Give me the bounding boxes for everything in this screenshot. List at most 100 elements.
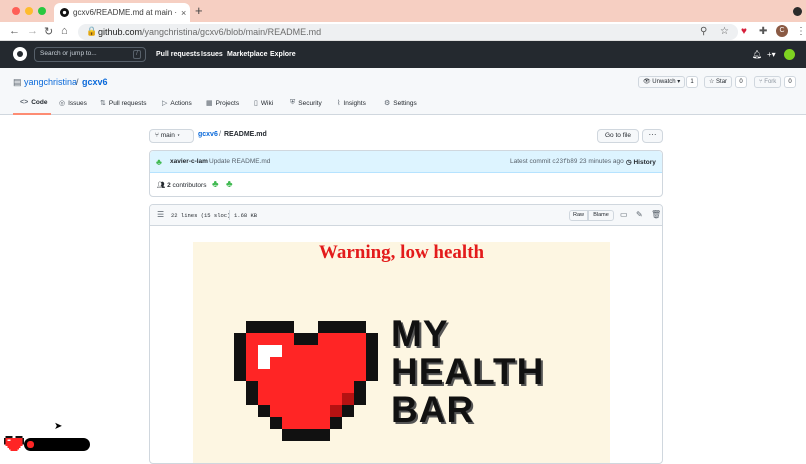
nav-pull-requests[interactable]: Pull requests: [156, 51, 200, 58]
breadcrumb-separator: /: [219, 131, 221, 138]
zoom-icon[interactable]: ⚲: [700, 26, 707, 37]
projects-icon: ▦: [206, 100, 213, 107]
repo-name-link[interactable]: gcxv6: [82, 77, 108, 87]
warning-heading: Warning, low health: [318, 242, 485, 263]
commit-message-link[interactable]: Update README.md: [209, 158, 270, 165]
actions-play-icon: ▷: [162, 100, 168, 107]
author-avatar-icon[interactable]: ♣: [156, 157, 162, 167]
fork-count[interactable]: 0: [784, 76, 796, 88]
reload-icon[interactable]: ↻: [44, 25, 53, 38]
raw-button[interactable]: Raw: [569, 210, 588, 221]
browser-menu-icon[interactable]: ⋮: [796, 26, 806, 37]
star-count[interactable]: 0: [735, 76, 747, 88]
more-options-button[interactable]: ···: [642, 129, 663, 143]
repo-header: ▤ yangchristina / gcxv6 👁︎ Unwatch ▾ 1 ☆…: [0, 68, 806, 115]
active-tab-underline: [13, 113, 51, 115]
github-favicon-icon: [60, 8, 69, 17]
fork-button[interactable]: ⑂ Fork: [754, 76, 782, 88]
repo-owner-link[interactable]: yangchristina: [24, 77, 77, 87]
go-to-file-button[interactable]: Go to file: [597, 129, 639, 143]
pull-request-icon: ⇅: [100, 100, 106, 107]
contributors-link[interactable]: 👥︎ 2 contributors: [157, 181, 206, 189]
browser-tab[interactable]: gcxv6/README.md at main · ya ×: [54, 3, 190, 22]
minimize-window-button[interactable]: [25, 7, 33, 15]
nav-marketplace[interactable]: Marketplace: [227, 51, 267, 58]
contributor-avatar-icon[interactable]: ♣: [226, 179, 233, 190]
tab-title: gcxv6/README.md at main · ya: [73, 8, 177, 17]
search-input[interactable]: Search or jump to... /: [34, 47, 146, 62]
nav-explore[interactable]: Explore: [270, 51, 296, 58]
heart-extension-icon[interactable]: ♥: [741, 26, 747, 37]
mouse-cursor-icon: ➤: [54, 421, 63, 432]
commit-meta: Latest commit c23fb89 23 minutes ago: [510, 158, 624, 165]
gear-icon: ⚙: [384, 100, 391, 107]
file-lines-info: 22 lines (15 sloc): [171, 212, 231, 219]
breadcrumb-repo-link[interactable]: gcxv6: [198, 131, 218, 138]
breadcrumb-file: README.md: [224, 131, 267, 138]
search-shortcut-hint: /: [133, 50, 141, 59]
new-tab-button[interactable]: +: [195, 3, 203, 18]
lock-icon: 🔒: [86, 26, 98, 36]
commit-header: ♣ xavier-c-lam Update README.md Latest c…: [150, 151, 662, 173]
home-icon[interactable]: ⌂: [61, 25, 68, 37]
blame-button[interactable]: Blame: [588, 210, 614, 221]
latest-commit-box: ♣ xavier-c-lam Update README.md Latest c…: [149, 150, 663, 197]
edit-pencil-icon[interactable]: ✎: [636, 210, 643, 219]
shield-icon: ⛨: [290, 99, 296, 106]
outline-list-icon[interactable]: ☰: [157, 210, 164, 219]
bookmark-star-icon[interactable]: ☆: [720, 26, 729, 37]
create-new-plus-icon[interactable]: +▾: [767, 50, 776, 59]
tab-insights[interactable]: ⌇ Insights: [337, 99, 366, 108]
unwatch-button[interactable]: 👁︎ Unwatch ▾: [638, 76, 686, 88]
history-link[interactable]: ◷ History: [626, 158, 656, 166]
divider: [229, 210, 230, 220]
contributor-avatar-icon[interactable]: ♣: [212, 179, 219, 190]
branch-selector[interactable]: ⑂ main ▾: [149, 129, 194, 143]
url-text: github.com/yangchristina/gcxv6/blob/main…: [98, 27, 322, 37]
health-bar: [24, 438, 90, 451]
search-placeholder: Search or jump to...: [40, 50, 97, 57]
trash-icon[interactable]: 🗑︎: [651, 210, 661, 219]
browser-menu-dot-icon[interactable]: [793, 7, 802, 16]
extensions-puzzle-icon[interactable]: ✚: [759, 26, 767, 37]
file-header: ☰ 22 lines (15 sloc) 1.68 KB Raw Blame ▭…: [150, 205, 662, 226]
pixel-heart-icon: [234, 321, 378, 441]
star-button[interactable]: ☆ Star: [704, 76, 733, 88]
forward-icon[interactable]: →: [27, 25, 38, 37]
graph-icon: ⌇: [337, 100, 341, 107]
github-header: Search or jump to... / Pull requests Iss…: [0, 41, 806, 68]
commit-author-link[interactable]: xavier-c-lam: [170, 158, 208, 165]
notifications-bell-icon[interactable]: 🔔︎: [752, 50, 762, 59]
desktop-icon[interactable]: ▭: [620, 210, 628, 219]
wiki-book-icon: ▯: [254, 100, 258, 107]
tab-code[interactable]: <> Code: [20, 99, 47, 106]
health-heart-icon: [4, 436, 24, 452]
tab-pull-requests[interactable]: ⇅ Pull requests: [100, 99, 146, 108]
tab-security[interactable]: ⛨ Security: [290, 99, 322, 107]
browser-toolbar: ← → ↻ ⌂ 🔒 github.com/yangchristina/gcxv6…: [0, 22, 806, 41]
tab-settings[interactable]: ⚙ Settings: [384, 99, 417, 108]
code-icon: <>: [20, 99, 29, 106]
watch-count[interactable]: 1: [686, 76, 698, 88]
readme-title: MY HEALTH BAR: [391, 313, 545, 430]
profile-avatar[interactable]: C: [776, 25, 788, 37]
commit-sha-link[interactable]: c23fb89: [552, 158, 577, 165]
nav-issues[interactable]: Issues: [201, 51, 223, 58]
maximize-window-button[interactable]: [38, 7, 46, 15]
user-avatar[interactable]: [784, 49, 795, 60]
github-logo-icon[interactable]: [13, 47, 27, 61]
address-bar[interactable]: 🔒 github.com/yangchristina/gcxv6/blob/ma…: [78, 24, 738, 40]
close-window-button[interactable]: [12, 7, 20, 15]
tab-issues[interactable]: ◎ Issues: [59, 99, 87, 108]
back-icon[interactable]: ←: [9, 25, 20, 37]
tab-close-icon[interactable]: ×: [181, 8, 186, 18]
tab-projects[interactable]: ▦ Projects: [206, 99, 239, 108]
browser-titlebar: gcxv6/README.md at main · ya × +: [0, 0, 806, 22]
readme-banner-image: Warning, low health MY HEALTH BAR: [193, 242, 610, 463]
repo-icon: ▤: [13, 77, 22, 87]
tab-actions[interactable]: ▷ Actions: [162, 99, 192, 108]
issue-icon: ◎: [59, 100, 66, 107]
repo-separator: /: [76, 77, 79, 87]
file-size: 1.68 KB: [234, 212, 258, 219]
tab-wiki[interactable]: ▯ Wiki: [254, 99, 273, 108]
